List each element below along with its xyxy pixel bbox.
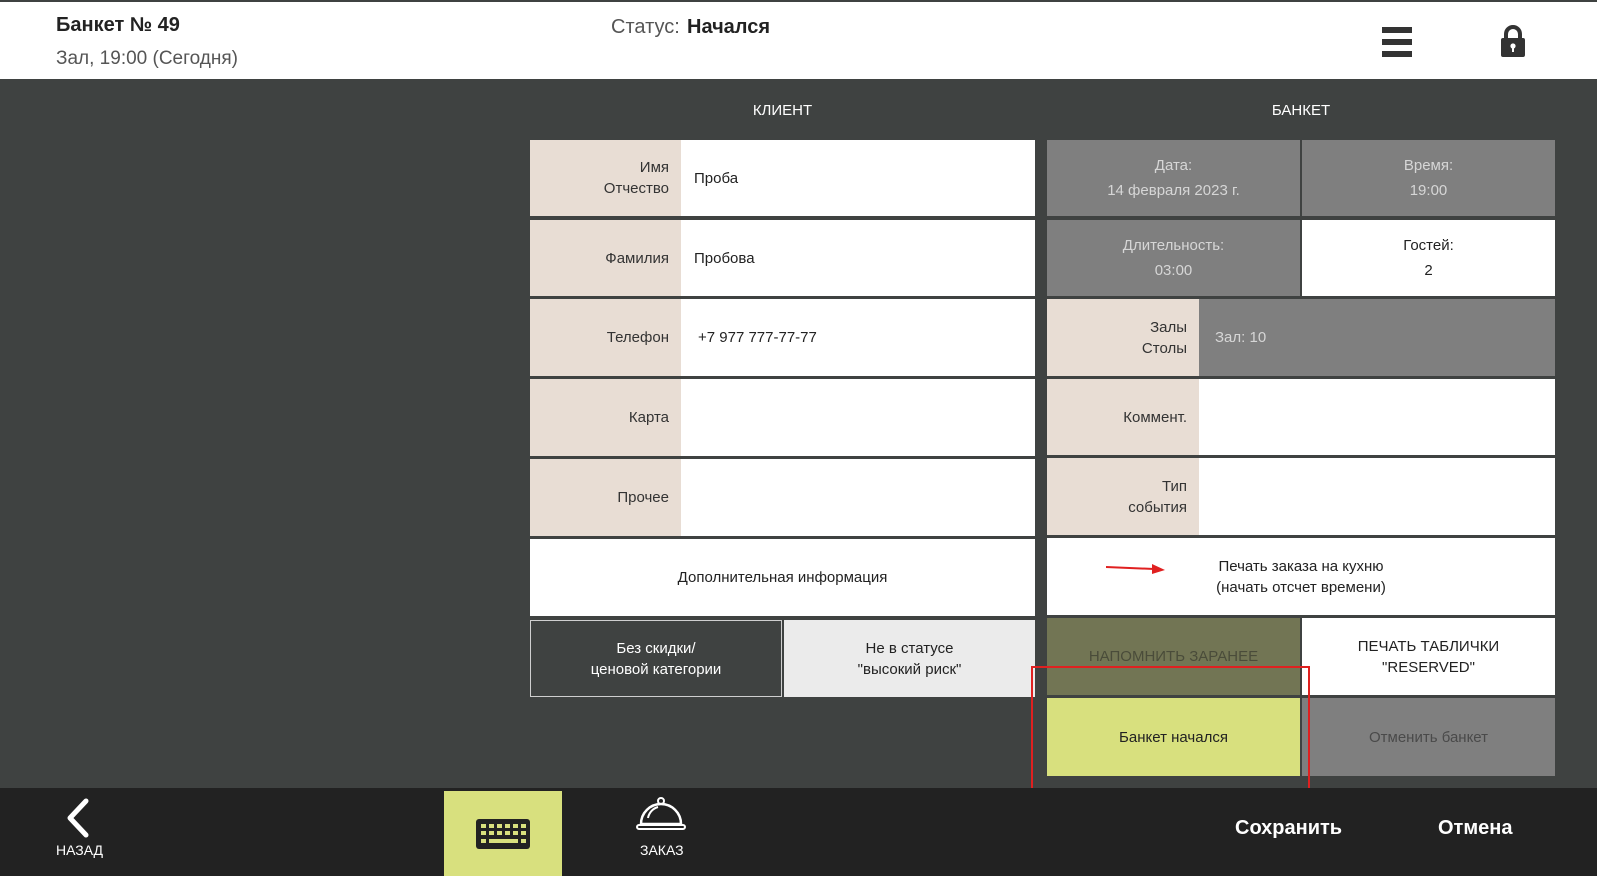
- date-field[interactable]: Дата: 14 февраля 2023 г.: [1047, 140, 1300, 216]
- other-label: Прочее: [530, 459, 681, 536]
- duration-value: 03:00: [1154, 262, 1193, 279]
- lock-icon[interactable]: [1500, 25, 1526, 57]
- event-label-line2: события: [1128, 498, 1187, 516]
- risk-status-button[interactable]: Не в статусе "высокий риск": [784, 620, 1035, 697]
- name-label-line1: Имя: [639, 159, 669, 176]
- halls-label: Залы Столы: [1047, 299, 1199, 376]
- name-label-line2: Отчество: [603, 180, 669, 197]
- phone-value: +7 977 777-77-77: [698, 329, 817, 346]
- phone-label: Телефон: [530, 299, 681, 376]
- risk-line2: "высокий риск": [857, 660, 962, 678]
- guests-field[interactable]: Гостей: 2: [1302, 220, 1555, 296]
- arrow-right-icon: [1106, 564, 1165, 574]
- status-value: Начался: [687, 16, 771, 38]
- print-kitchen-line1: Печать заказа на кухню: [1218, 557, 1384, 575]
- halls-label-line2: Столы: [1141, 339, 1187, 357]
- event-type-field[interactable]: [1199, 458, 1555, 535]
- discount-line2: ценовой категории: [590, 660, 722, 678]
- name-field[interactable]: Проба: [681, 140, 1035, 216]
- comment-label: Коммент.: [1047, 379, 1199, 455]
- banquet-heading: БАНКЕТ: [1271, 102, 1331, 119]
- print-kitchen-line2: (начать отсчет времени): [1216, 578, 1386, 596]
- duration-label: Длительность:: [1122, 237, 1225, 254]
- page-title: Банкет № 49: [56, 14, 180, 36]
- surname-label: Фамилия: [530, 220, 681, 296]
- header-bar: [0, 0, 1597, 81]
- surname-field[interactable]: Пробова: [681, 220, 1035, 296]
- banquet-started-button[interactable]: Банкет начался: [1047, 698, 1300, 776]
- extra-info-button[interactable]: Дополнительная информация: [530, 539, 1035, 616]
- name-label: Имя Отчество: [530, 140, 681, 216]
- duration-field[interactable]: Длительность: 03:00: [1047, 220, 1300, 296]
- back-label[interactable]: НАЗАД: [56, 842, 103, 858]
- keyboard-button[interactable]: [444, 791, 562, 876]
- guests-value: 2: [1424, 262, 1433, 279]
- cancel-button[interactable]: Отмена: [1438, 817, 1512, 840]
- footer-bar: [0, 788, 1597, 876]
- date-value: 14 февраля 2023 г.: [1107, 182, 1240, 199]
- time-field[interactable]: Время: 19:00: [1302, 140, 1555, 216]
- remind-button[interactable]: НАПОМНИТЬ ЗАРАНЕЕ: [1047, 618, 1300, 695]
- time-value: 19:00: [1409, 182, 1448, 199]
- event-label-line1: Тип: [1161, 477, 1187, 495]
- risk-line1: Не в статусе: [865, 639, 954, 657]
- card-field[interactable]: [681, 379, 1035, 456]
- halls-label-line1: Залы: [1150, 318, 1187, 336]
- guests-label: Гостей:: [1403, 237, 1454, 254]
- client-heading: КЛИЕНТ: [752, 102, 813, 119]
- event-type-label: Тип события: [1047, 458, 1199, 535]
- page-subtitle: Зал, 19:00 (Сегодня): [56, 48, 238, 69]
- surname-value: Пробова: [694, 249, 755, 267]
- print-reserved-line2: "RESERVED": [1382, 658, 1475, 676]
- print-kitchen-button[interactable]: Печать заказа на кухню (начать отсчет вр…: [1047, 538, 1555, 615]
- name-value: Проба: [694, 169, 739, 187]
- save-button[interactable]: Сохранить: [1235, 817, 1342, 840]
- halls-value: Зал: 10: [1215, 329, 1267, 346]
- time-label: Время:: [1403, 157, 1454, 174]
- print-reserved-line1: ПЕЧАТЬ ТАБЛИЧКИ: [1357, 637, 1500, 655]
- chevron-left-icon[interactable]: [64, 798, 92, 838]
- hamburger-menu-icon[interactable]: [1382, 27, 1412, 57]
- status-label: Статус:: [611, 16, 680, 38]
- discount-line1: Без скидки/: [616, 639, 696, 657]
- phone-field[interactable]: +7 977 777-77-77: [681, 299, 1035, 376]
- cancel-banquet-button[interactable]: Отменить банкет: [1302, 698, 1555, 776]
- card-label: Карта: [530, 379, 681, 456]
- discount-category-button[interactable]: Без скидки/ ценовой категории: [530, 620, 782, 697]
- order-label[interactable]: ЗАКАЗ: [640, 842, 684, 858]
- other-field[interactable]: [681, 459, 1035, 536]
- print-reserved-button[interactable]: ПЕЧАТЬ ТАБЛИЧКИ "RESERVED": [1302, 618, 1555, 695]
- date-label: Дата:: [1154, 157, 1193, 174]
- keyboard-icon: [476, 818, 530, 849]
- halls-field[interactable]: Зал: 10: [1199, 299, 1555, 376]
- cloche-icon[interactable]: [636, 796, 686, 836]
- comment-field[interactable]: [1199, 379, 1555, 455]
